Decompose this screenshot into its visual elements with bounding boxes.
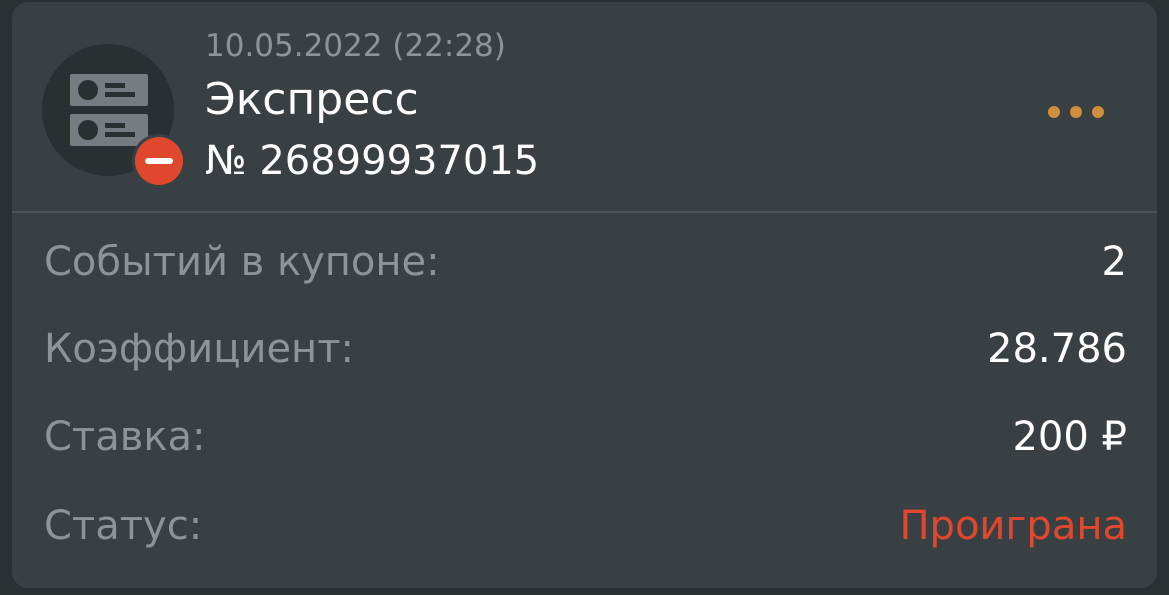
events-label: Событий в купоне: (44, 239, 440, 285)
more-dots-icon (1048, 106, 1104, 118)
events-row: Событий в купоне: 2 (44, 232, 1127, 292)
header-divider (12, 211, 1157, 213)
coefficient-value: 28.786 (987, 326, 1127, 372)
stake-label: Ставка: (44, 414, 206, 460)
status-label: Статус: (44, 503, 203, 549)
events-value: 2 (1101, 239, 1127, 285)
stake-value: 200 ₽ (1012, 414, 1127, 460)
coefficient-label: Коэффициент: (44, 326, 354, 372)
coupon-header: 10.05.2022 (22:28) Экспресс № 2689993701… (12, 2, 1157, 212)
minus-circle-icon (132, 134, 186, 188)
coupon-type-title: Экспресс (205, 74, 419, 125)
stake-row: Ставка: 200 ₽ (44, 407, 1127, 467)
status-row: Статус: Проиграна (44, 496, 1127, 556)
coefficient-row: Коэффициент: 28.786 (44, 319, 1127, 379)
coupon-date: 10.05.2022 (22:28) (205, 28, 506, 64)
status-value: Проиграна (899, 503, 1127, 549)
coupon-card[interactable]: 10.05.2022 (22:28) Экспресс № 2689993701… (12, 2, 1157, 588)
coupon-number: № 26899937015 (205, 138, 540, 184)
more-options-button[interactable] (1038, 92, 1114, 132)
